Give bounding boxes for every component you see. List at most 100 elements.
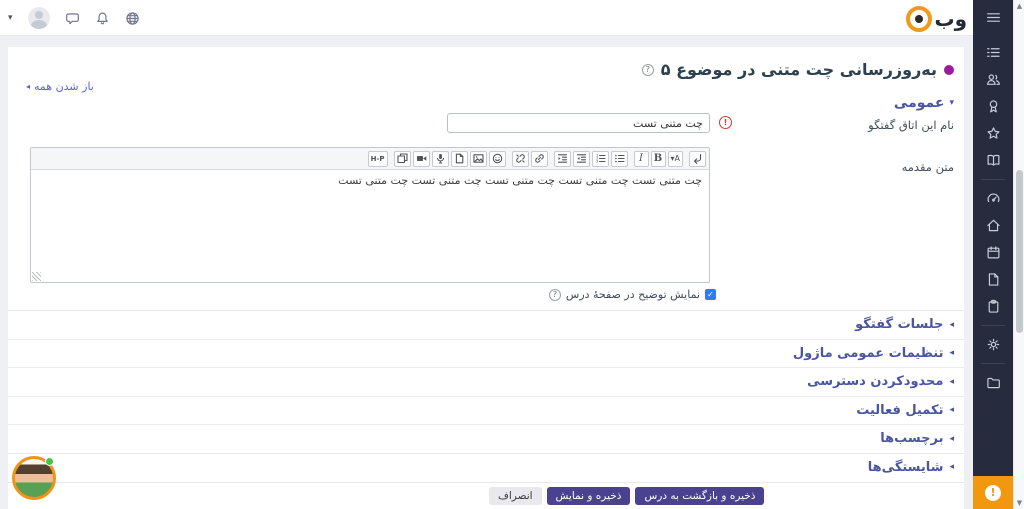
clipboard-icon <box>986 299 1001 314</box>
sidebar-item-badge[interactable] <box>973 93 1013 120</box>
section-tags[interactable]: ◂ برچسب‌ها <box>8 424 964 453</box>
side-nav: ! <box>973 0 1013 509</box>
section-competencies[interactable]: ◂ شایستگی‌ها <box>8 453 964 482</box>
form-footer: ذخیره و بازگشت به درس ذخیره و نمایش انصر… <box>8 482 964 509</box>
top-header: ▾ وب <box>0 0 973 36</box>
unordered-list-button[interactable] <box>611 151 628 167</box>
chat-name-input[interactable] <box>447 113 710 133</box>
globe-icon[interactable] <box>125 11 140 26</box>
save-display-button[interactable]: ذخیره و نمایش <box>547 487 631 505</box>
editor-toolbar: H-P 123 IB▾A <box>31 148 709 170</box>
svg-text:3: 3 <box>596 159 599 164</box>
intro-label: متن مقدمه <box>902 160 954 174</box>
section-activity-completion[interactable]: ◂ تکمیل فعالیت <box>8 396 964 425</box>
general-label: عمومی <box>894 95 945 111</box>
help-button[interactable]: ! <box>973 476 1013 509</box>
page-scrollbar[interactable]: ▲ ▼ <box>1013 0 1024 509</box>
expand-all-caret-icon: ◂ <box>26 82 30 91</box>
editor-content[interactable]: چت متنی تست چت متنی تست چت متنی تست چت م… <box>31 170 709 282</box>
bold-button[interactable]: B <box>651 151 666 167</box>
mediafile-button[interactable] <box>451 151 468 167</box>
scroll-down-icon[interactable]: ▼ <box>1014 499 1024 507</box>
toolbar-group <box>512 151 548 167</box>
show-description-help-icon[interactable]: ? <box>549 289 561 301</box>
section-caret-icon: ◂ <box>949 320 954 330</box>
link-button[interactable] <box>531 151 548 167</box>
section-general-header[interactable]: ▾ عمومی <box>894 95 954 111</box>
intro-editor: H-P 123 IB▾A چت متنی تست چت متنی تست چت مت… <box>30 147 710 283</box>
sidebar-item-clipboard[interactable] <box>973 293 1013 320</box>
sidebar-item-participants[interactable] <box>973 66 1013 93</box>
participants-icon <box>986 72 1001 87</box>
show-description-checkbox[interactable]: ✓ <box>705 289 716 300</box>
toolbar-group <box>394 151 506 167</box>
menu-icon <box>985 9 1002 26</box>
font-button[interactable]: ▾A <box>668 151 684 167</box>
form-actions: ذخیره و بازگشت به درس ذخیره و نمایش انصر… <box>489 487 764 505</box>
sidebar-item-list[interactable] <box>973 39 1013 66</box>
section-caret-icon: ◂ <box>949 462 954 472</box>
page-title: به‌روزرسانی چت متنی در موضوع ۵ ? <box>642 60 954 79</box>
sidebar-item-book[interactable] <box>973 147 1013 174</box>
main-content-card: به‌روزرسانی چت متنی در موضوع ۵ ? باز شدن… <box>8 47 964 509</box>
expand-all-label: باز شدن همه <box>34 80 94 93</box>
html-button[interactable]: H-P <box>368 151 388 167</box>
microphone-button[interactable] <box>432 151 449 167</box>
sidebar-item-calendar[interactable] <box>973 239 1013 266</box>
sidebar-item-folder[interactable] <box>973 369 1013 396</box>
page: { "header": { "logo_text": "وب", "icons"… <box>0 0 1024 509</box>
sidebar-item-gauge[interactable] <box>973 185 1013 212</box>
italic-button[interactable]: I <box>634 151 649 167</box>
section-label: تنظیمات عمومی ماژول <box>793 346 944 361</box>
user-avatar-icon[interactable] <box>28 7 50 29</box>
section-label: برچسب‌ها <box>880 431 943 446</box>
support-chat-avatar[interactable] <box>12 456 56 500</box>
editor-text: چت متنی تست چت متنی تست چت متنی تست چت م… <box>338 174 702 187</box>
chat-bubble-icon[interactable] <box>65 11 80 26</box>
section-caret-icon: ◂ <box>949 405 954 415</box>
sidebar-item-file[interactable] <box>973 266 1013 293</box>
emoji-button[interactable] <box>489 151 506 167</box>
section-restrict-access[interactable]: ◂ محدودکردن دسترسی <box>8 367 964 396</box>
star-icon <box>986 126 1001 141</box>
section-chat-sessions[interactable]: ◂ جلسات گفتگو <box>8 310 964 339</box>
show-description-label: نمایش توضیح در صفحهٔ درس <box>566 288 700 301</box>
sidebar-item-menu[interactable] <box>973 4 1013 31</box>
bell-icon[interactable] <box>95 11 110 26</box>
video-button[interactable] <box>413 151 430 167</box>
section-label: تکمیل فعالیت <box>856 403 943 418</box>
scrollbar-thumb[interactable] <box>1016 170 1023 333</box>
gear-icon <box>986 337 1001 352</box>
caret-down-icon[interactable]: ▾ <box>8 13 13 23</box>
editor-resize-handle[interactable] <box>32 272 41 281</box>
sidebar-divider <box>981 325 1005 326</box>
sidebar-item-gear[interactable] <box>973 331 1013 358</box>
toolbar-group <box>689 151 706 167</box>
ordered-list-button[interactable]: 123 <box>592 151 609 167</box>
section-module-settings[interactable]: ◂ تنظیمات عمومی ماژول <box>8 339 964 368</box>
toolbar-group: 123 <box>554 151 628 167</box>
home-icon <box>986 218 1001 233</box>
indent-button[interactable] <box>554 151 571 167</box>
book-icon <box>986 153 1001 168</box>
save-return-button[interactable]: ذخیره و بازگشت به درس <box>635 487 764 505</box>
logo-swirl-icon <box>906 6 932 32</box>
unlink-button[interactable] <box>512 151 529 167</box>
scroll-up-icon[interactable]: ▲ <box>1014 2 1024 10</box>
undo-button[interactable] <box>689 151 706 167</box>
sidebar-item-star[interactable] <box>973 120 1013 147</box>
site-logo[interactable]: وب <box>906 3 967 35</box>
sidebar-item-home[interactable] <box>973 212 1013 239</box>
calendar-icon <box>986 245 1001 260</box>
title-help-icon[interactable]: ? <box>642 64 654 76</box>
outdent-button[interactable] <box>573 151 590 167</box>
image-button[interactable] <box>470 151 487 167</box>
page-title-text: به‌روزرسانی چت متنی در موضوع ۵ <box>661 60 937 79</box>
section-label: جلسات گفتگو <box>855 317 943 332</box>
toolbar-group: H-P <box>368 151 388 167</box>
show-description-row: ✓ نمایش توضیح در صفحهٔ درس ? <box>549 288 716 301</box>
expand-all-link[interactable]: باز شدن همه ◂ <box>26 80 94 93</box>
section-caret-icon: ◂ <box>949 348 954 358</box>
copy-button[interactable] <box>394 151 411 167</box>
cancel-button[interactable]: انصراف <box>489 487 542 505</box>
